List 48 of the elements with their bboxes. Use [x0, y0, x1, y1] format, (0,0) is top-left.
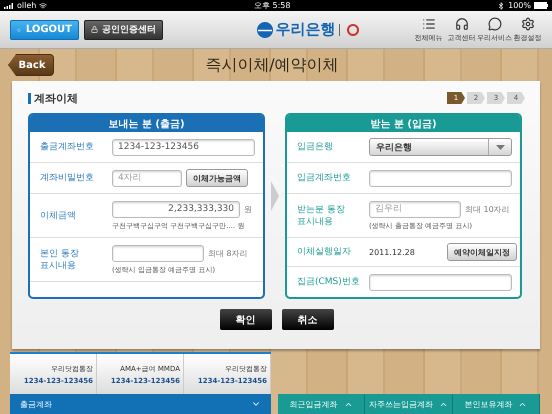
- field-label: 받는분 통장 표시내용: [297, 204, 346, 228]
- input-field[interactable]: 1234-123-123456: [112, 138, 255, 156]
- battery-percent: 100%: [508, 0, 531, 10]
- wifi-icon: [39, 2, 48, 10]
- field-label: 집금(CMS)번호: [297, 276, 361, 288]
- lock-icon: [91, 25, 98, 34]
- caret-icon: [496, 144, 504, 150]
- input-field[interactable]: 김우리: [369, 200, 461, 218]
- action-button[interactable]: 취소: [282, 309, 334, 330]
- chat-icon: [488, 16, 502, 30]
- signal-icon: [4, 2, 14, 8]
- section-title: 계좌이체: [28, 92, 78, 104]
- unit-label: 원: [244, 204, 252, 214]
- panel-header: 보내는 분 (출금): [30, 115, 263, 132]
- certificate-center-button[interactable]: 공인인증센터: [84, 20, 163, 40]
- settings-icon: [520, 16, 534, 30]
- bluetooth-icon: [497, 2, 506, 10]
- hint-text: 최대 10자리: [465, 204, 510, 214]
- panel-header: 받는 분 (입금): [287, 115, 520, 132]
- page-title: 즉시이체/예약이체: [204, 54, 340, 76]
- arrow-icon: [271, 181, 279, 211]
- input-field[interactable]: [369, 170, 512, 186]
- schedule-button[interactable]: 예약이체일지정: [447, 243, 517, 261]
- withdrawal-accounts-tab[interactable]: 출금계좌: [10, 394, 271, 414]
- bank-select[interactable]: 우리은행: [369, 138, 512, 156]
- list-icon: [422, 16, 436, 30]
- battery-icon: [534, 2, 548, 9]
- hint-text: 최대 8자리: [208, 248, 248, 258]
- input-field[interactable]: [112, 244, 204, 262]
- field-label: 이체실행일자: [297, 246, 352, 258]
- field-label: 계좌비밀번호: [40, 172, 95, 184]
- field-label: 본인 통장 표시내용: [40, 248, 80, 272]
- input-field[interactable]: [369, 274, 512, 290]
- field-label: 출금계좌번호: [40, 141, 95, 153]
- bank-logo: 우리은행: [276, 20, 336, 39]
- carrier-name: olleh: [17, 0, 36, 10]
- field-label: 이체금액: [40, 210, 77, 222]
- available-amount-button[interactable]: 이체가능금액: [186, 169, 248, 187]
- amount-field[interactable]: 2,233,333,330: [112, 200, 240, 218]
- back-button[interactable]: Back: [8, 54, 54, 76]
- bank-logo-icon: [256, 22, 272, 38]
- action-button[interactable]: 확인: [220, 309, 272, 330]
- field-label: 입금은행: [297, 141, 334, 153]
- headset-icon: [454, 16, 468, 30]
- date-text: 2011.12.28: [369, 248, 416, 256]
- clock-time: 오후 5:58: [254, 0, 290, 10]
- input-field[interactable]: 4자리: [112, 170, 182, 186]
- field-label: 입금계좌번호: [297, 172, 352, 184]
